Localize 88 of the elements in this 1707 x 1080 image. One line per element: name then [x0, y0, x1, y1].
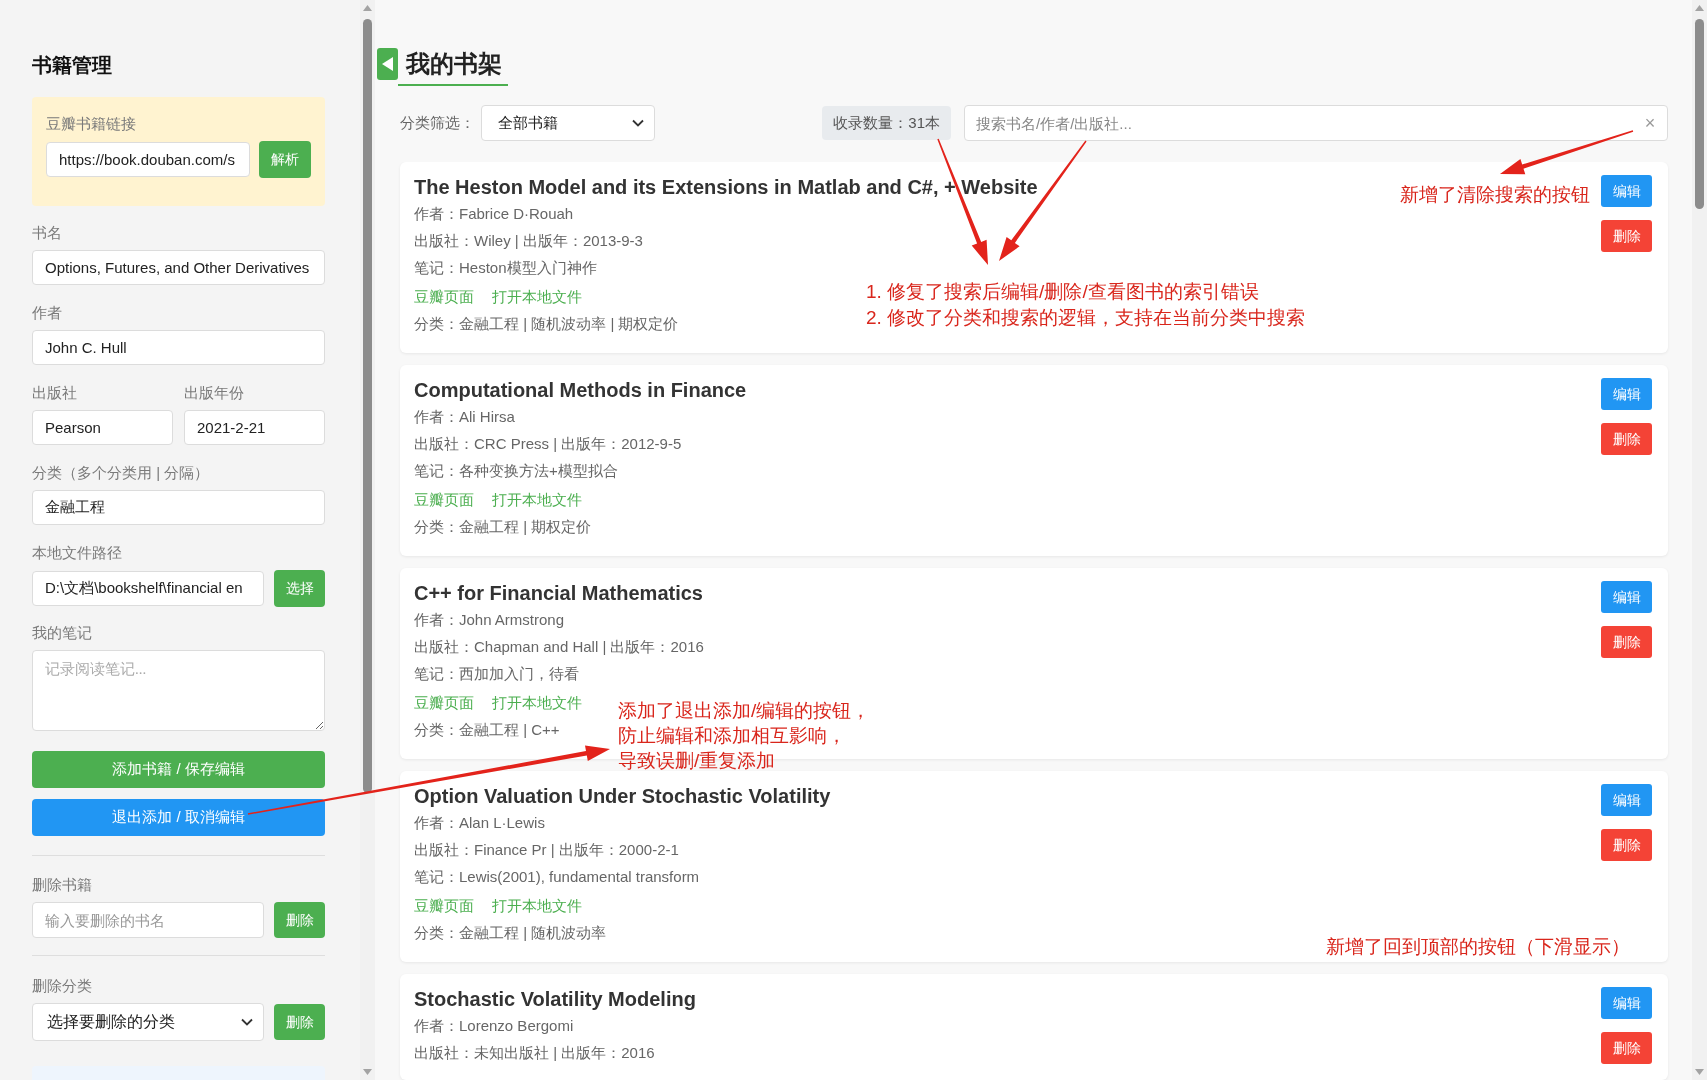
clear-search-button[interactable]: ×: [1642, 113, 1658, 133]
caret-left-icon: [382, 57, 393, 71]
delete-button[interactable]: 删除: [274, 902, 325, 938]
sidebar-toggle-button[interactable]: [377, 48, 398, 80]
scrollbar-thumb[interactable]: [1695, 19, 1704, 209]
book-title: Option Valuation Under Stochastic Volatility: [414, 784, 831, 809]
delete-button[interactable]: 删除: [274, 1004, 325, 1040]
annotation-text: 2. 修改了分类和搜索的逻辑，支持在当前分类中搜索: [866, 306, 1306, 330]
chevron-down-icon: [632, 119, 644, 127]
delete-button[interactable]: 删除: [1601, 829, 1652, 861]
delete-button[interactable]: 删除: [1601, 626, 1652, 658]
scrollbar-thumb[interactable]: [363, 19, 372, 793]
book-count-badge: 收录数量：31本: [822, 106, 951, 140]
book-author: 作者：Ali Hirsa: [414, 407, 515, 427]
field-label: 作者: [32, 303, 62, 323]
book-publisher: 出版社：未知出版社 | 出版年：2016: [414, 1043, 655, 1063]
field-label: 豆瓣书籍链接: [46, 114, 136, 134]
field-label: 出版年份: [184, 383, 244, 403]
section-label: 删除分类: [32, 976, 92, 996]
open-file-link[interactable]: 打开本地文件: [492, 486, 582, 513]
book-title: The Heston Model and its Extensions in Matlab and C#, + Website: [414, 175, 1038, 200]
field-label: 我的笔记: [32, 623, 92, 643]
caret-down-icon[interactable]: [363, 1069, 372, 1075]
book-categories: 分类：金融工程 | 随机波动率: [414, 923, 607, 943]
book-page-link[interactable]: 豆瓣页面: [414, 283, 474, 310]
book-page-link[interactable]: 豆瓣页面: [414, 486, 474, 513]
book-note: 笔记：西加加入门，待看: [414, 664, 579, 684]
annotation-text: 1. 修复了搜索后编辑/删除/查看图书的索引错误: [866, 280, 1259, 304]
edit-button[interactable]: 编辑: [1601, 784, 1652, 816]
book-title: Stochastic Volatility Modeling: [414, 987, 696, 1012]
book-note: 笔记：Lewis(2001), fundamental transform: [414, 867, 700, 887]
category-select[interactable]: 选择要删除的分类: [32, 1003, 264, 1041]
book-categories: 分类：金融工程 | 随机波动率 | 期权定价: [414, 314, 679, 334]
cancel-button[interactable]: 退出添加 / 取消编辑: [32, 799, 325, 836]
sidebar-title: 书籍管理: [32, 53, 112, 78]
book-publisher: 出版社：Chapman and Hall | 出版年：2016: [414, 637, 704, 657]
notes-textarea[interactable]: 记录阅读笔记...: [32, 650, 325, 731]
field-label: 书名: [32, 223, 62, 243]
parse-button[interactable]: 解析: [259, 141, 311, 178]
book-author: 作者：Alan L·Lewis: [414, 813, 545, 833]
open-file-link[interactable]: 打开本地文件: [492, 892, 582, 919]
edit-button[interactable]: 编辑: [1601, 581, 1652, 613]
delete-button[interactable]: 删除: [1601, 423, 1652, 455]
book-author: 作者：Lorenzo Bergomi: [414, 1016, 574, 1036]
text-field[interactable]: Options, Futures, and Other Derivatives: [32, 250, 325, 285]
book-note: 笔记：Heston模型入门神作: [414, 258, 597, 278]
open-file-link[interactable]: 打开本地文件: [492, 689, 582, 716]
page-heading: 我的书架: [398, 48, 508, 86]
annotation-text: 新增了清除搜索的按钮: [1400, 183, 1590, 207]
choose-button[interactable]: 选择: [274, 570, 325, 607]
text-field[interactable]: D:\文档\bookshelf\financial en: [32, 571, 264, 606]
book-publisher: 出版社：Finance Pr | 出版年：2000-2-1: [414, 840, 679, 860]
text-field[interactable]: 输入要删除的书名: [32, 902, 264, 938]
book-title: Computational Methods in Finance: [414, 378, 747, 403]
delete-button[interactable]: 删除: [1601, 220, 1652, 252]
book-title: C++ for Financial Mathematics: [414, 581, 703, 606]
text-field[interactable]: Pearson: [32, 410, 173, 445]
url-field[interactable]: https://book.douban.com/s: [46, 142, 250, 177]
category-filter-select[interactable]: 全部书籍: [481, 105, 655, 141]
field-label: 分类（多个分类用 | 分隔）: [32, 463, 210, 483]
caret-up-icon[interactable]: [1695, 5, 1704, 11]
caret-down-icon[interactable]: [1695, 1069, 1704, 1075]
caret-up-icon[interactable]: [363, 5, 372, 11]
book-page-link[interactable]: 豆瓣页面: [414, 689, 474, 716]
annotation-text: 新增了回到顶部的按钮（下滑显示）: [1326, 935, 1630, 959]
delete-button[interactable]: 删除: [1601, 1032, 1652, 1064]
save-button[interactable]: 添加书籍 / 保存编辑: [32, 751, 325, 788]
text-field[interactable]: John C. Hull: [32, 330, 325, 365]
text-field[interactable]: 金融工程: [32, 490, 325, 525]
annotation-text: 添加了退出添加/编辑的按钮， 防止编辑和添加相互影响， 导致误删/重复添加: [618, 699, 871, 773]
filter-label: 分类筛选：: [400, 112, 475, 133]
edit-button[interactable]: 编辑: [1601, 378, 1652, 410]
book-categories: 分类：金融工程 | 期权定价: [414, 517, 592, 537]
book-author: 作者：John Armstrong: [414, 610, 565, 630]
book-publisher: 出版社：Wiley | 出版年：2013-9-3: [414, 231, 643, 251]
book-author: 作者：Fabrice D·Rouah: [414, 204, 574, 224]
open-file-link[interactable]: 打开本地文件: [492, 283, 582, 310]
field-label: 本地文件路径: [32, 543, 122, 563]
text-field[interactable]: 2021-2-21: [184, 410, 325, 445]
book-publisher: 出版社：CRC Press | 出版年：2012-9-5: [414, 434, 682, 454]
section-label: 删除书籍: [32, 875, 92, 895]
chevron-down-icon: [241, 1018, 253, 1026]
book-page-link[interactable]: 豆瓣页面: [414, 892, 474, 919]
edit-button[interactable]: 编辑: [1601, 987, 1652, 1019]
book-categories: 分类：金融工程 | C++: [414, 720, 560, 740]
field-label: 出版社: [32, 383, 77, 403]
book-note: 笔记：各种变换方法+模型拟合: [414, 461, 618, 481]
edit-button[interactable]: 编辑: [1601, 175, 1652, 207]
